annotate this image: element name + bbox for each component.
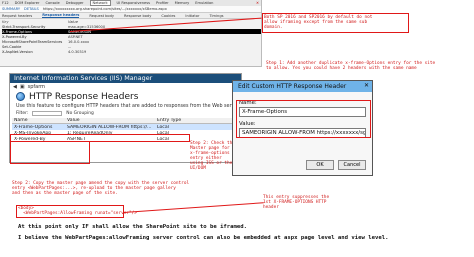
dialog-title: Edit Custom HTTP Response Header	[233, 81, 372, 92]
devtools-menu-item[interactable]: Memory	[175, 1, 190, 5]
summary-tab[interactable]: SUMMARY	[2, 7, 20, 11]
cancel-button[interactable]: Cancel	[338, 160, 366, 170]
tab-timings[interactable]: Timings	[209, 14, 223, 18]
breadcrumb-server[interactable]: spfarm	[28, 84, 45, 90]
header-key: Strict-Transport-Security	[2, 24, 46, 29]
header-key: MicrosoftSharePointTeamServices	[2, 39, 63, 44]
devtools-menu-item[interactable]: F12	[2, 1, 9, 5]
header-key: X-Powered-By	[2, 34, 27, 39]
tab-response-headers[interactable]: Response headers	[42, 13, 80, 18]
breadcrumb: ◀ ▣ spfarm	[10, 83, 241, 90]
column-header-value[interactable]: Value	[67, 118, 157, 123]
tab-request-body[interactable]: Request body	[89, 14, 114, 18]
note-suppresses: This entry suppresses the 1st X-FRAME-OP…	[263, 195, 330, 211]
devtools-url-row: SUMMARY DETAILS https://xxxxxxxxx.org.sh…	[0, 6, 261, 13]
ok-button[interactable]: OK	[306, 160, 334, 170]
header-key: Key	[2, 19, 9, 24]
conclusion-text: At this point only IF shall allow the Sh…	[18, 224, 248, 230]
dialog-buttons: OK Cancel	[306, 160, 366, 170]
back-arrow-icon[interactable]: ◀	[13, 84, 17, 90]
header-value: 4.0.30319	[68, 49, 87, 54]
filter-input[interactable]	[32, 111, 63, 116]
devtools-menu-item[interactable]: Profiler	[156, 1, 169, 5]
tab-request-headers[interactable]: Request headers	[2, 14, 32, 18]
header-value: ASP.NET	[68, 34, 83, 39]
note-default-policy: Both SP 2016 and SP2016 by default do no…	[264, 15, 373, 31]
details-tab[interactable]: DETAILS	[24, 7, 39, 11]
group-select[interactable]: No Grouping	[66, 111, 94, 116]
header-value: ...	[68, 44, 72, 49]
column-header-name[interactable]: Name	[12, 118, 67, 123]
feature-description: Use this feature to configure HTTP heade…	[16, 104, 241, 109]
server-icon: ▣	[19, 83, 25, 90]
devtools-panel: F12 DOM Explorer Console Debugger Networ…	[0, 0, 262, 67]
header-key: X-Frame-Options	[2, 29, 33, 34]
cell-value: SAMEORIGIN ALLOW-FROM https://...	[67, 124, 152, 130]
header-list: Key Value Strict-Transport-Security max-ag…	[0, 19, 261, 54]
page-title: HTTP Response Headers	[29, 91, 139, 102]
header-key: X-AspNet-Version	[2, 49, 33, 54]
close-icon[interactable]: ✕	[256, 1, 259, 5]
tab-response-body[interactable]: Response body	[124, 14, 151, 18]
cell-type: Local	[157, 124, 169, 130]
filter-label: Filter:	[16, 111, 29, 116]
header-value: Value	[68, 19, 78, 24]
header-value: 16.0.0.xxxx	[68, 39, 90, 44]
cell-name: X-Frame-Options	[14, 124, 53, 130]
header-key: Set-Cookie	[2, 44, 22, 49]
filter-bar: Filter: No Grouping	[10, 110, 241, 117]
close-icon[interactable]: ✕	[364, 82, 369, 89]
conclusion-text: I believe the WebPartPages:allowFraming …	[18, 235, 389, 241]
devtools-menu-item[interactable]: UI Responsiveness	[117, 1, 150, 5]
note-step2-master-page: Step 2: Copy the master page amend the c…	[12, 181, 190, 197]
screenshot-root: F12 DOM Explorer Console Debugger Networ…	[0, 0, 474, 257]
devtools-menu-item[interactable]: Debugger	[66, 1, 84, 5]
devtools-menu-item-network[interactable]: Network	[89, 0, 111, 6]
header-row[interactable]: X-AspNet-Version 4.0.30319	[2, 49, 261, 54]
tab-cookies[interactable]: Cookies	[161, 14, 175, 18]
devtools-menu-item[interactable]: Console	[45, 1, 59, 5]
highlight-box-list	[10, 141, 90, 164]
devtools-menu-item[interactable]: DOM Explorer	[15, 1, 40, 5]
table-row-x-frame-options[interactable]: X-Frame-Options SAMEORIGIN ALLOW-FROM ht…	[12, 124, 238, 130]
devtools-menu-item[interactable]: Emulation	[195, 1, 213, 5]
note-step1: Step 1: Add another duplicate x-frame-Op…	[266, 61, 436, 72]
iis-title-bar: Internet Information Services (IIS) Mana…	[10, 74, 241, 83]
connector-line	[123, 202, 264, 213]
feature-header: HTTP Response Headers	[10, 90, 241, 103]
globe-icon	[16, 92, 25, 101]
column-header-entry-type[interactable]: Entry Type	[157, 118, 217, 123]
highlight-box-code	[16, 205, 124, 218]
highlight-box-dialog-fields	[236, 100, 371, 138]
request-url: https://xxxxxxxxx.org.sharepoint.com/sit…	[42, 7, 167, 11]
tab-initiator[interactable]: Initiator	[185, 14, 199, 18]
